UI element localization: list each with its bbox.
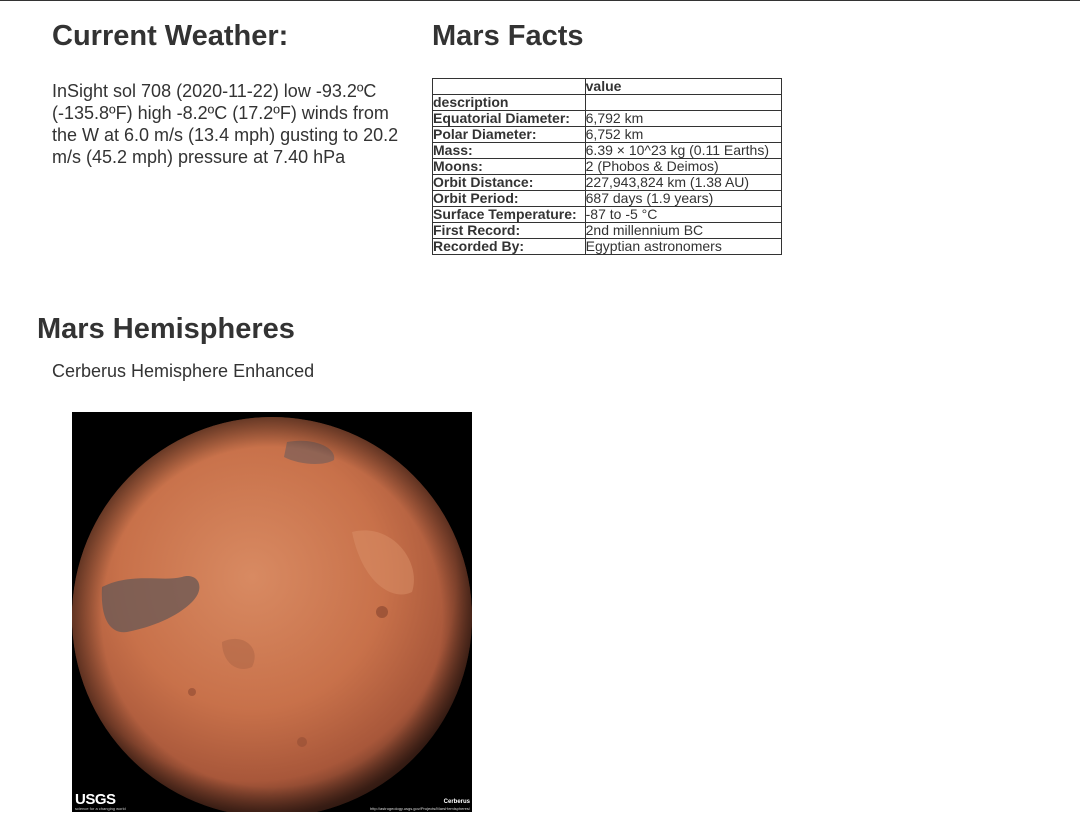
mars-limb-shadow [72, 417, 472, 812]
fact-value: 6,752 km [584, 126, 783, 143]
usgs-tagline: science for a changing world [75, 806, 126, 811]
table-row: Orbit Distance: 227,943,824 km (1.38 AU) [432, 174, 783, 191]
facts-header-row: value [432, 78, 783, 95]
fact-label: Surface Temperature: [432, 206, 586, 223]
fact-label: Moons: [432, 158, 586, 175]
fact-value: 6,792 km [584, 110, 783, 127]
image-url-text: http://astrogeology.usgs.gov/Projects/Ma… [370, 806, 470, 811]
table-row: Orbit Period: 687 days (1.9 years) [432, 190, 783, 207]
fact-value: 227,943,824 km (1.38 AU) [584, 174, 783, 191]
fact-value: 2 (Phobos & Deimos) [584, 158, 783, 175]
facts-header-blank [432, 78, 586, 95]
table-row: Moons: 2 (Phobos & Deimos) [432, 158, 783, 175]
fact-label: Orbit Period: [432, 190, 586, 207]
table-row: Polar Diameter: 6,752 km [432, 126, 783, 143]
table-row: Recorded By: Egyptian astronomers [432, 238, 783, 255]
fact-label: Recorded By: [432, 238, 586, 255]
facts-table: value description Equatorial Diameter: 6… [432, 78, 783, 255]
mars-globe-graphic [72, 417, 472, 812]
weather-section: Current Weather: InSight sol 708 (2020-1… [52, 19, 412, 168]
image-label: Cerberus [443, 799, 470, 805]
weather-title: Current Weather: [52, 20, 289, 52]
hemisphere-caption: Cerberus Hemisphere Enhanced [52, 361, 315, 381]
fact-label: Polar Diameter: [432, 126, 586, 143]
table-row: First Record: 2nd millennium BC [432, 222, 783, 239]
page: Current Weather: InSight sol 708 (2020-1… [0, 0, 1080, 829]
facts-index-blank [584, 94, 783, 111]
fact-label: First Record: [432, 222, 586, 239]
fact-value: Egyptian astronomers [584, 238, 783, 255]
facts-index-row: description [432, 94, 783, 111]
table-row: Surface Temperature: -87 to -5 °C [432, 206, 783, 223]
fact-value: -87 to -5 °C [584, 206, 783, 223]
fact-value: 687 days (1.9 years) [584, 190, 783, 207]
weather-report: InSight sol 708 (2020-11-22) low -93.2ºC… [52, 81, 399, 167]
hemispheres-title: Mars Hemispheres [37, 313, 295, 345]
facts-section: Mars Facts value description Equatorial … [432, 19, 783, 255]
fact-value: 6.39 × 10^23 kg (0.11 Earths) [584, 142, 783, 159]
hemisphere-image[interactable]: USGS science for a changing world Cerber… [72, 412, 472, 812]
table-row: Mass: 6.39 × 10^23 kg (0.11 Earths) [432, 142, 783, 159]
facts-index-label: description [432, 94, 586, 111]
table-row: Equatorial Diameter: 6,792 km [432, 110, 783, 127]
facts-title: Mars Facts [432, 20, 584, 52]
fact-value: 2nd millennium BC [584, 222, 783, 239]
fact-label: Equatorial Diameter: [432, 110, 586, 127]
fact-label: Mass: [432, 142, 586, 159]
facts-header-value: value [584, 78, 783, 95]
fact-label: Orbit Distance: [432, 174, 586, 191]
